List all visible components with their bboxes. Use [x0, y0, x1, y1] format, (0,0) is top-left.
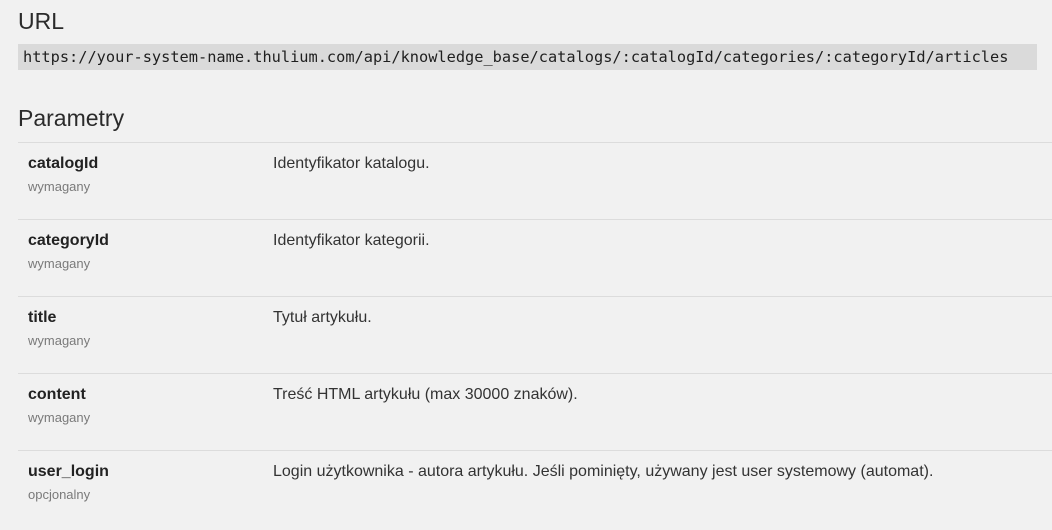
- param-name: content: [28, 386, 86, 403]
- param-row-user-login: user_login opcjonalny Login użytkownika …: [18, 450, 1052, 527]
- parameters-table: catalogId wymagany Identyfikator katalog…: [18, 142, 1052, 527]
- param-description: Tytuł artykułu.: [273, 309, 372, 326]
- param-requirement: opcjonalny: [28, 487, 91, 502]
- param-name: title: [28, 309, 57, 326]
- param-name: categoryId: [28, 232, 109, 249]
- url-heading: URL: [18, 8, 65, 34]
- param-row-content: content wymagany Treść HTML artykułu (ma…: [18, 373, 1052, 450]
- param-description: Identyfikator kategorii.: [273, 232, 430, 249]
- endpoint-url: https://your-system-name.thulium.com/api…: [18, 44, 1037, 70]
- param-requirement: wymagany: [28, 410, 91, 425]
- param-description: Login użytkownika - autora artykułu. Jeś…: [273, 463, 934, 480]
- parameters-heading: Parametry: [18, 105, 125, 131]
- param-description: Treść HTML artykułu (max 30000 znaków).: [273, 386, 578, 403]
- param-requirement: wymagany: [28, 333, 91, 348]
- param-requirement: wymagany: [28, 179, 91, 194]
- param-row-catalogId: catalogId wymagany Identyfikator katalog…: [18, 142, 1052, 219]
- param-name: user_login: [28, 463, 109, 480]
- param-description: Identyfikator katalogu.: [273, 155, 430, 172]
- param-name: catalogId: [28, 155, 99, 172]
- api-doc-page: URL https://your-system-name.thulium.com…: [0, 0, 1052, 530]
- param-row-categoryId: categoryId wymagany Identyfikator katego…: [18, 219, 1052, 296]
- param-row-title: title wymagany Tytuł artykułu.: [18, 296, 1052, 373]
- param-requirement: wymagany: [28, 256, 91, 271]
